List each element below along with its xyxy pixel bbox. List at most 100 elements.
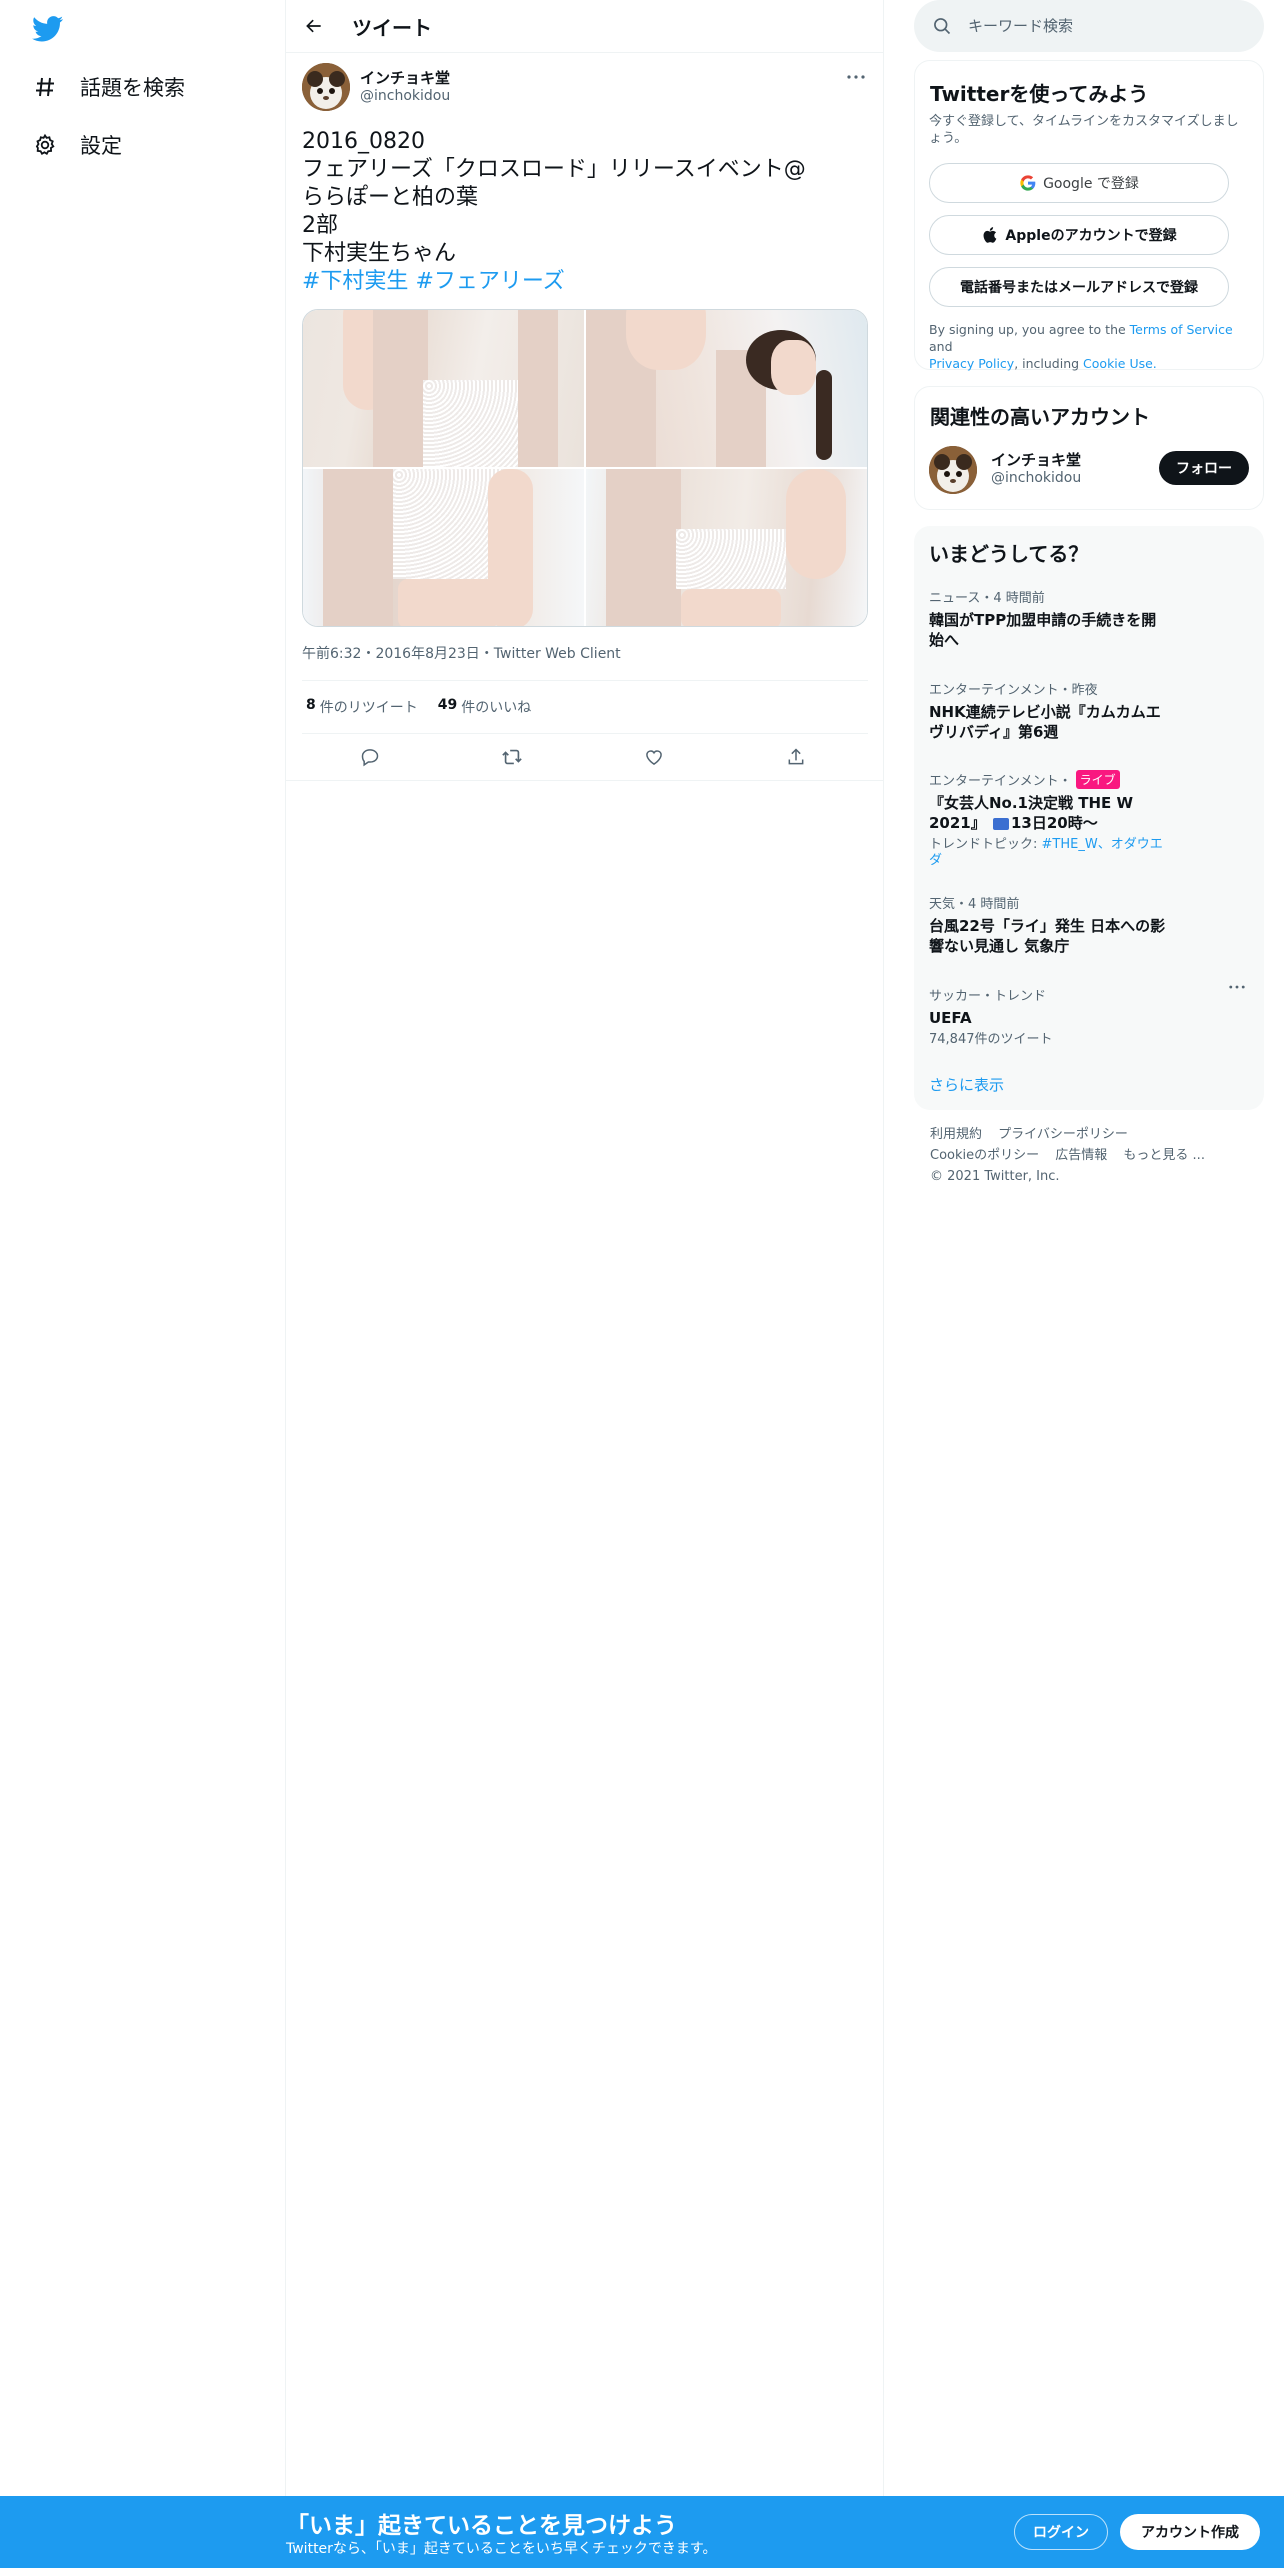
follow-button[interactable]: フォロー <box>1159 451 1249 485</box>
trend-item[interactable]: 天気・4 時間前 台風22号「ライ」発生 日本への影響ない見通し 気象庁 <box>929 893 1249 956</box>
related-accounts-card: 関連性の高いアカウント インチョキ堂 @inchokidou フォロー <box>914 386 1264 510</box>
trends-card: いまどうしてる？ ニュース・4 時間前 韓国がTPP加盟申請の手続きを開始へ エ… <box>914 526 1264 1110</box>
google-icon <box>1019 174 1037 192</box>
more-options-icon[interactable] <box>1229 985 1249 1001</box>
trend-title: 『女芸人No.1決定戦 THE W 2021』 13日20時〜 <box>929 793 1169 833</box>
footer-cookie-link[interactable]: Cookieのポリシー <box>930 1148 1039 1163</box>
tweet-media-grid <box>302 309 868 627</box>
banner-subtitle: Twitterなら、「いま」起きていることをいち早くチェックできます。 <box>286 2541 717 2557</box>
copyright: © 2021 Twitter, Inc. <box>930 1169 1060 1184</box>
tweet-text: 2016_0820 フェアリーズ「クロスロード」リリースイベント@ ららぽーと柏… <box>302 128 868 296</box>
trend-item[interactable]: サッカー・トレンド UEFA 74,847件のツイート <box>929 985 1249 1048</box>
hashtag-icon <box>30 72 60 102</box>
tweet-timestamp[interactable]: 午前6:32・2016年8月23日・Twitter Web Client <box>302 643 621 663</box>
tweet-author: インチョキ堂 @inchokidou <box>302 63 868 113</box>
author-name[interactable]: インチョキ堂 <box>360 67 450 88</box>
twitter-logo-icon[interactable] <box>32 16 64 42</box>
trend-tweet-count: 74,847件のツイート <box>929 1032 1053 1047</box>
trend-title-part: 13日20時〜 <box>1010 814 1098 832</box>
footer-more-link[interactable]: もっと見る ... <box>1123 1148 1205 1163</box>
avatar[interactable] <box>302 63 350 111</box>
footer-links: 利用規約 プライバシーポリシー Cookieのポリシー 広告情報 もっと見る .… <box>930 1124 1250 1187</box>
google-signup-label: Google で登録 <box>1043 176 1139 192</box>
trend-context: サッカー・トレンド <box>929 989 1047 1004</box>
phone-email-signup-label: 電話番号またはメールアドレスで登録 <box>960 280 1198 296</box>
footer-privacy-link[interactable]: プライバシーポリシー <box>998 1127 1128 1142</box>
signup-subtitle: 今すぐ登録して、タイムラインをカスタマイズしましょう。 <box>929 114 1239 146</box>
legal-text: By signing up, you agree to the Terms of… <box>929 321 1253 372</box>
trend-title: NHK連続テレビ小説『カムカムエヴリバディ』第6週 <box>929 703 1161 741</box>
tweet-photo[interactable] <box>586 310 867 467</box>
trend-context: エンターテインメント・昨夜 <box>929 683 1098 698</box>
hashtag-link[interactable]: #フェアリーズ <box>415 269 564 294</box>
cookie-link[interactable]: Cookie Use. <box>1083 356 1157 371</box>
related-account-name[interactable]: インチョキ堂 <box>991 449 1081 470</box>
signup-card: Twitterを使ってみよう 今すぐ登録して、タイムラインをカスタマイズしましょ… <box>914 60 1264 372</box>
tweet-line: 下村実生ちゃん <box>302 241 457 266</box>
search-icon <box>932 16 952 36</box>
terms-link[interactable]: Terms of Service <box>1130 322 1233 337</box>
trend-item[interactable]: エンターテインメント・ ライブ 『女芸人No.1決定戦 THE W 2021』 … <box>929 770 1249 869</box>
signup-title: Twitterを使ってみよう <box>930 82 1149 106</box>
legal-including: , including <box>1014 356 1080 371</box>
tweet-stats: 8 件のリツイート 49 件のいいね <box>306 697 551 717</box>
create-account-button[interactable]: アカウント作成 <box>1120 2514 1260 2550</box>
apple-signup-label: Appleのアカウントで登録 <box>1005 228 1177 244</box>
tweet-photo[interactable] <box>586 469 867 626</box>
retweet-icon[interactable] <box>500 745 524 769</box>
tweet-photo[interactable] <box>303 469 584 626</box>
avatar[interactable] <box>929 446 977 494</box>
share-icon[interactable] <box>784 745 808 769</box>
like-label: 件のいいね <box>461 700 532 716</box>
bottom-signup-banner: 「いま」起きていることを見つけよう Twitterなら、「いま」起きていることを… <box>0 2496 1284 2568</box>
retweet-count: 8 <box>306 697 316 713</box>
trend-context: ニュース・4 時間前 <box>929 591 1045 606</box>
tweet-line: フェアリーズ「クロスロード」リリースイベント@ <box>302 157 806 182</box>
page-title: ツイート <box>352 15 432 40</box>
trend-item[interactable]: エンターテインメント・昨夜 NHK連続テレビ小説『カムカムエヴリバディ』第6週 <box>929 679 1249 742</box>
tweet-actions <box>302 740 868 774</box>
trend-context-text: エンターテインメント・ <box>929 774 1072 789</box>
nav-item-explore[interactable]: 話題を検索 <box>30 67 185 107</box>
retweet-label: 件のリツイート <box>319 700 418 716</box>
back-arrow-icon[interactable] <box>294 6 334 46</box>
phone-email-signup-button[interactable]: 電話番号またはメールアドレスで登録 <box>929 267 1229 307</box>
divider <box>286 780 884 781</box>
related-title: 関連性の高いアカウント <box>930 405 1150 429</box>
tweet-photo[interactable] <box>303 310 584 467</box>
legal-and: and <box>929 339 953 354</box>
trends-title: いまどうしてる？ <box>929 542 1089 566</box>
legal-prefix: By signing up, you agree to the <box>929 322 1126 337</box>
more-options-icon[interactable] <box>844 67 868 87</box>
nav-item-label: 話題を検索 <box>80 76 185 100</box>
like-count: 49 <box>437 697 458 713</box>
footer-terms-link[interactable]: 利用規約 <box>930 1127 982 1142</box>
gear-icon <box>30 130 60 160</box>
login-button[interactable]: ログイン <box>1014 2514 1108 2550</box>
retweet-stat[interactable]: 8 件のリツイート <box>306 697 418 717</box>
show-more-link[interactable]: さらに表示 <box>929 1074 1004 1095</box>
footer-ads-link[interactable]: 広告情報 <box>1055 1148 1107 1163</box>
privacy-link[interactable]: Privacy Policy <box>929 356 1014 371</box>
reply-icon[interactable] <box>358 745 382 769</box>
trend-context: エンターテインメント・ ライブ <box>929 770 1249 789</box>
top-bar: ツイート <box>286 0 883 53</box>
apple-icon <box>981 226 999 244</box>
like-stat[interactable]: 49 件のいいね <box>438 697 531 717</box>
author-handle[interactable]: @inchokidou <box>360 88 450 104</box>
trend-item[interactable]: ニュース・4 時間前 韓国がTPP加盟申請の手続きを開始へ <box>929 587 1249 650</box>
trend-topics-prefix: トレンドトピック: <box>929 837 1042 852</box>
trend-title: 台風22号「ライ」発生 日本への影響ない見通し 気象庁 <box>929 917 1166 955</box>
search-bar[interactable] <box>914 0 1264 52</box>
divider <box>302 680 868 681</box>
search-input[interactable] <box>968 17 1228 35</box>
heart-icon[interactable] <box>642 745 666 769</box>
divider <box>302 733 868 734</box>
hashtag-link[interactable]: #下村実生 <box>302 269 408 294</box>
related-account-handle[interactable]: @inchokidou <box>991 470 1081 486</box>
google-signup-button[interactable]: Google で登録 <box>929 163 1229 203</box>
tweet-line: 2016_0820 <box>302 129 425 154</box>
apple-signup-button[interactable]: Appleのアカウントで登録 <box>929 215 1229 255</box>
trend-topics: トレンドトピック: #THE_W、オダウエダ <box>929 837 1169 869</box>
nav-item-settings[interactable]: 設定 <box>30 125 122 165</box>
